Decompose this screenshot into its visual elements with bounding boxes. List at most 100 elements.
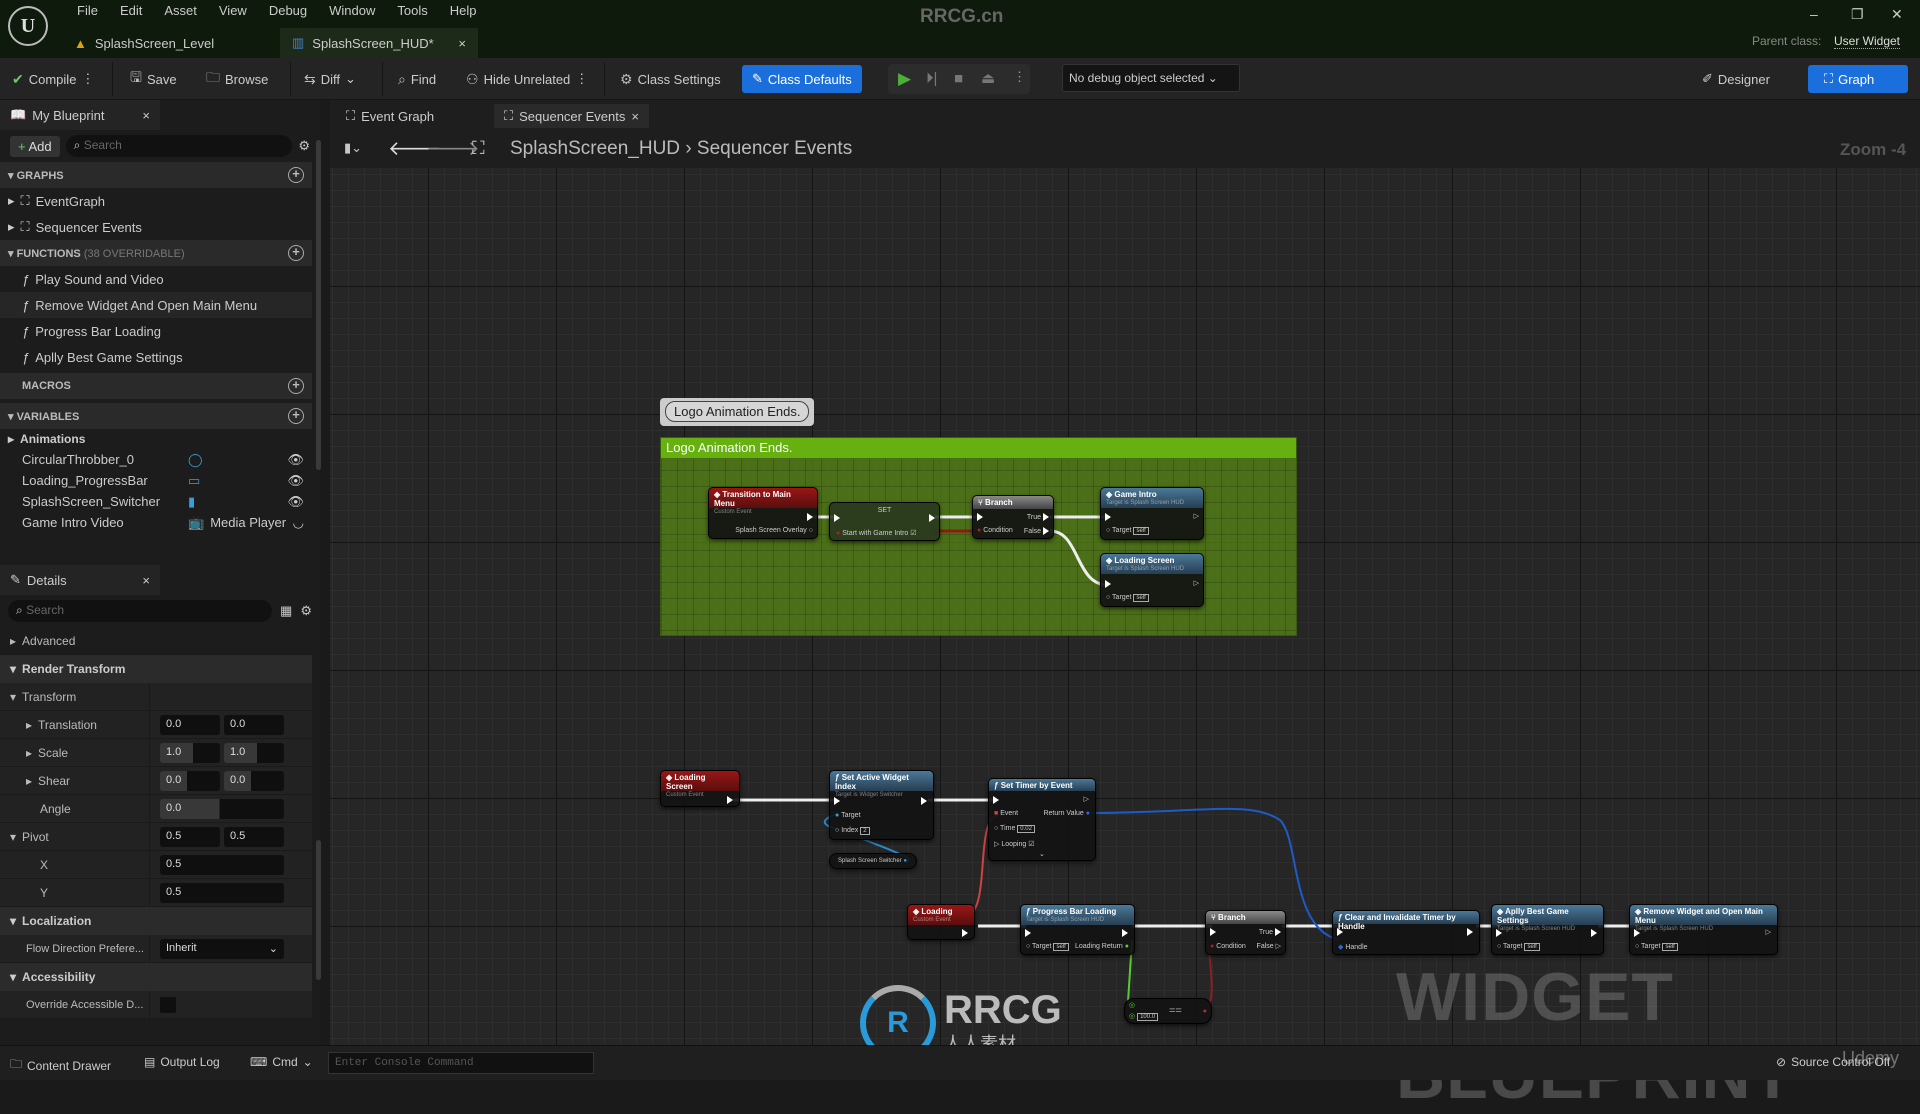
macros-section[interactable]: MACROS + bbox=[0, 373, 312, 399]
more-options-icon[interactable]: ⋮ bbox=[1013, 69, 1026, 85]
node-loading-screen-call[interactable]: ◈ Loading Screen Target is Splash Screen … bbox=[1100, 553, 1204, 607]
eye-icon[interactable]: 👁 bbox=[287, 494, 304, 510]
true-pin[interactable]: True bbox=[1259, 928, 1281, 936]
graph-item-sequencer-events[interactable]: ▸ ⛶ Sequencer Events bbox=[0, 214, 312, 240]
exec-in-pin[interactable] bbox=[1337, 928, 1343, 936]
b-pin[interactable]: ◎ 100.0 bbox=[1129, 1012, 1159, 1021]
render-transform-section[interactable]: ▾ Render Transform bbox=[0, 655, 312, 683]
false-pin[interactable]: False bbox=[1024, 527, 1049, 535]
graph-mode-button[interactable]: ⛶ Graph bbox=[1808, 65, 1908, 93]
menu-view[interactable]: View bbox=[208, 2, 258, 20]
pivot-x-input[interactable]: 0.5 bbox=[160, 826, 220, 847]
node-branch[interactable]: ⑂ Branch True ● Condition False bbox=[972, 495, 1054, 539]
diff-button[interactable]: ⇆ Diff ⌄ bbox=[298, 66, 362, 92]
menu-tools[interactable]: Tools bbox=[386, 2, 438, 20]
node-clear-and-invalidate-timer[interactable]: ƒ Clear and Invalidate Timer by Handle ◆… bbox=[1332, 910, 1480, 955]
transform-row[interactable]: ▾ Transform bbox=[0, 683, 312, 711]
accessibility-section[interactable]: ▾ Accessibility bbox=[0, 963, 312, 991]
menu-debug[interactable]: Debug bbox=[258, 2, 318, 20]
details-scrollbar[interactable] bbox=[316, 840, 321, 980]
advanced-section[interactable]: ▸ Advanced bbox=[0, 627, 312, 655]
breadcrumb-item[interactable]: SplashScreen_HUD bbox=[510, 138, 680, 159]
condition-pin[interactable]: ● Condition bbox=[1210, 943, 1246, 950]
close-window-icon[interactable]: ✕ bbox=[1891, 6, 1903, 23]
gear-icon[interactable]: ⚙ bbox=[300, 603, 312, 619]
false-pin[interactable]: False ▷ bbox=[1257, 942, 1281, 950]
animations-category[interactable]: ▸ Animations bbox=[0, 429, 312, 449]
node-set-timer-by-event[interactable]: ƒ Set Timer by Event ▷ ■ Event Return Va… bbox=[988, 778, 1096, 861]
function-item[interactable]: ƒ Progress Bar Loading bbox=[0, 318, 312, 344]
node-equals[interactable]: ◎ ◎ 100.0 == ● bbox=[1124, 998, 1212, 1024]
compile-button[interactable]: ✔ Compile ⋮ bbox=[6, 66, 100, 92]
exec-out-pin[interactable] bbox=[921, 797, 927, 805]
splash-screen-overlay-pin[interactable]: Splash Screen Overlay ○ bbox=[735, 527, 813, 534]
variable-item[interactable]: Loading_ProgressBar ▭ 👁 bbox=[0, 470, 312, 491]
variables-section[interactable]: ▾ VARIABLES + bbox=[0, 403, 312, 429]
add-macro-icon[interactable]: + bbox=[288, 378, 304, 394]
event-pin[interactable]: ■ Event bbox=[994, 810, 1018, 817]
exec-out-pin[interactable] bbox=[1591, 929, 1597, 937]
node-set[interactable]: SET ● Start with Game Intro ☑ bbox=[829, 502, 940, 541]
pivot-y-field[interactable]: 0.5 bbox=[160, 882, 284, 903]
exec-in-pin[interactable] bbox=[993, 796, 999, 804]
scale-y-input[interactable]: 1.0 bbox=[224, 742, 284, 763]
exec-out-pin[interactable] bbox=[1467, 928, 1473, 936]
close-icon[interactable]: × bbox=[142, 108, 150, 123]
exec-in-pin[interactable] bbox=[1210, 928, 1216, 936]
expand-chevron-icon[interactable]: ⌄ bbox=[1039, 850, 1045, 858]
designer-button[interactable]: ✐ Designer bbox=[1696, 66, 1776, 92]
target-pin[interactable]: ○ Target self bbox=[1106, 527, 1149, 535]
exec-in-pin[interactable] bbox=[834, 514, 840, 522]
node-progress-bar-loading[interactable]: ƒ Progress Bar Loading Target is Splash S… bbox=[1020, 904, 1135, 955]
functions-section[interactable]: ▾ FUNCTIONS (38 OVERRIDABLE) + bbox=[0, 240, 312, 266]
content-drawer-button[interactable]: 🗀 Content Drawer bbox=[10, 1055, 111, 1076]
variable-item[interactable]: Game Intro Video 📺 Media Player ◡ bbox=[0, 512, 312, 533]
override-accessible-checkbox[interactable] bbox=[160, 996, 176, 1013]
pivot-x-field[interactable]: 0.5 bbox=[160, 854, 284, 875]
node-loading-screen-event[interactable]: ◈ Loading Screen Custom Event bbox=[660, 770, 740, 807]
translation-x-input[interactable]: 0.0 bbox=[160, 714, 220, 735]
a-pin[interactable]: ◎ bbox=[1129, 1001, 1135, 1009]
node-set-active-widget-index[interactable]: ƒ Set Active Widget Index Target is Widge… bbox=[829, 770, 934, 840]
function-item[interactable]: ƒ Aplly Best Game Settings bbox=[0, 344, 312, 370]
true-pin[interactable]: True bbox=[1027, 513, 1049, 521]
close-icon[interactable]: × bbox=[142, 573, 150, 588]
close-icon[interactable]: × bbox=[458, 36, 466, 51]
output-log-button[interactable]: ▤ Output Log bbox=[144, 1055, 220, 1069]
eye-icon[interactable]: 👁 bbox=[287, 452, 304, 468]
tab-sequencer-events[interactable]: ⛶ Sequencer Events × bbox=[494, 104, 649, 128]
result-pin[interactable]: ● bbox=[1203, 1008, 1207, 1015]
step-icon[interactable]: ⏵| bbox=[926, 70, 937, 87]
unreal-logo[interactable]: U bbox=[8, 6, 48, 46]
parent-class-link[interactable]: User Widget bbox=[1834, 34, 1901, 49]
target-pin[interactable]: ● Target bbox=[835, 812, 861, 819]
time-pin[interactable]: ○ Time 0.02 bbox=[994, 825, 1035, 833]
target-pin[interactable]: ○ Target self bbox=[1497, 943, 1540, 951]
browse-button[interactable]: 🗀 Browse bbox=[200, 66, 274, 92]
shear-y-input[interactable]: 0.0 bbox=[224, 770, 284, 791]
blueprint-scrollbar[interactable] bbox=[316, 140, 321, 470]
details-tab[interactable]: ✎ Details × bbox=[0, 565, 160, 595]
save-button[interactable]: 🖫 Save bbox=[124, 66, 183, 92]
exec-out-pin[interactable]: ▷ bbox=[1084, 795, 1089, 803]
exec-in-pin[interactable] bbox=[1496, 929, 1502, 937]
bookmark-icon[interactable]: ▮⌄ bbox=[344, 140, 362, 156]
console-command-input[interactable]: Enter Console Command bbox=[328, 1052, 594, 1074]
menu-window[interactable]: Window bbox=[318, 2, 386, 20]
exec-out-pin[interactable] bbox=[727, 796, 733, 804]
doc-tab-splashscreen-level[interactable]: ▲ SplashScreen_Level bbox=[62, 28, 226, 58]
target-pin[interactable]: ○ Target self bbox=[1635, 943, 1678, 951]
find-button[interactable]: ⌕ Find bbox=[392, 66, 442, 92]
shear-x-input[interactable]: 0.0 bbox=[160, 770, 220, 791]
graphs-section[interactable]: ▾ GRAPHS + bbox=[0, 162, 312, 188]
node-game-intro[interactable]: ◈ Game Intro Target is Splash Screen HUD … bbox=[1100, 487, 1204, 540]
more-options-icon[interactable]: ⋮ bbox=[575, 71, 588, 87]
flow-direction-select[interactable]: Inherit ⌄ bbox=[160, 938, 284, 959]
node-transition-to-main-menu[interactable]: ◈ Transition to Main Menu Custom Event Sp… bbox=[708, 487, 818, 539]
exec-out-pin[interactable]: ▷ bbox=[1766, 928, 1771, 936]
exec-out-pin[interactable] bbox=[1122, 929, 1128, 937]
angle-input[interactable]: 0.0 bbox=[160, 798, 284, 819]
eye-closed-icon[interactable]: ◡ bbox=[293, 515, 304, 531]
exec-out-pin[interactable]: ▷ bbox=[1194, 512, 1199, 520]
restore-icon[interactable]: ❐ bbox=[1851, 6, 1864, 23]
